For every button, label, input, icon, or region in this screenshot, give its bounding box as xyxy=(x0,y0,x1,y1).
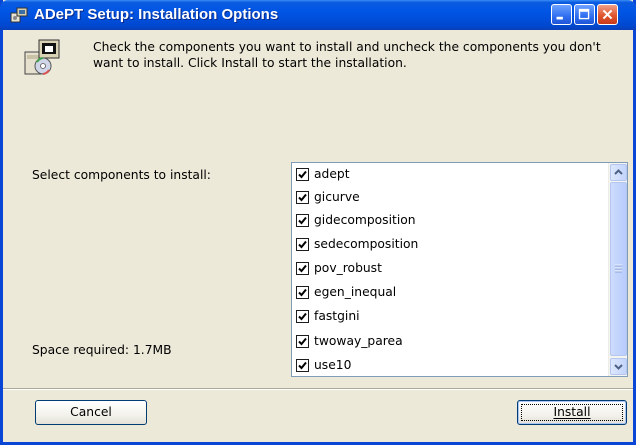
space-required-label: Space required: 1.7MB xyxy=(32,343,172,357)
checkbox[interactable] xyxy=(296,238,309,251)
checkmark-icon xyxy=(298,361,307,370)
checkbox[interactable] xyxy=(296,335,309,348)
grip-icon xyxy=(615,264,622,273)
components-list[interactable]: adept gicurve gidecomposition sedecompos… xyxy=(291,162,628,377)
list-item-pov-robust[interactable]: pov_robust xyxy=(296,260,596,280)
title-bar[interactable]: ADePT Setup: Installation Options xyxy=(0,0,636,30)
checkbox[interactable] xyxy=(296,191,309,204)
install-button-label: Install xyxy=(553,405,591,419)
scroll-down-button[interactable] xyxy=(610,358,627,375)
maximize-icon xyxy=(578,8,590,20)
item-label: adept xyxy=(314,167,350,181)
checkmark-icon xyxy=(298,312,307,321)
components-label: Select components to install: xyxy=(32,168,211,182)
item-label: gicurve xyxy=(314,190,360,204)
close-icon xyxy=(602,9,613,20)
checkmark-icon xyxy=(298,337,307,346)
item-label: gidecomposition xyxy=(314,213,416,227)
item-label: fastgini xyxy=(314,309,360,323)
checkbox[interactable] xyxy=(296,262,309,275)
checkmark-icon xyxy=(298,170,307,179)
item-label: egen_inequal xyxy=(314,285,397,299)
item-label: pov_robust xyxy=(314,261,382,275)
item-label: twoway_parea xyxy=(314,334,403,348)
list-item-fastgini[interactable]: fastgini xyxy=(296,308,596,328)
window-title: ADePT Setup: Installation Options xyxy=(34,6,279,23)
chevron-up-icon xyxy=(614,169,623,175)
install-button[interactable]: Install xyxy=(517,400,627,425)
list-item-twoway-parea[interactable]: twoway_parea xyxy=(296,333,596,353)
instructions-text: Check the components you want to install… xyxy=(93,40,601,70)
close-button[interactable] xyxy=(597,4,618,25)
item-label: sedecomposition xyxy=(314,237,419,251)
list-item-gicurve[interactable]: gicurve xyxy=(296,189,596,209)
checkmark-icon xyxy=(298,240,307,249)
vertical-scrollbar[interactable] xyxy=(608,163,627,376)
checkmark-icon xyxy=(298,216,307,225)
list-item-egen-inequal[interactable]: egen_inequal xyxy=(296,284,596,304)
maximize-button[interactable] xyxy=(574,4,595,25)
checkmark-icon xyxy=(298,193,307,202)
scroll-up-button[interactable] xyxy=(610,164,627,181)
list-item-use10[interactable]: use10 xyxy=(296,357,596,376)
installer-icon xyxy=(10,7,28,23)
separator xyxy=(3,388,633,390)
installer-window: ADePT Setup: Installation Options Check … xyxy=(0,0,636,445)
scroll-thumb[interactable] xyxy=(610,182,627,356)
list-item-sedecomposition[interactable]: sedecomposition xyxy=(296,236,596,256)
checkbox[interactable] xyxy=(296,359,309,372)
checkbox[interactable] xyxy=(296,168,309,181)
list-item-adept[interactable]: adept xyxy=(296,166,596,186)
cancel-button[interactable]: Cancel xyxy=(35,400,147,425)
checkbox[interactable] xyxy=(296,214,309,227)
minimize-button[interactable] xyxy=(551,4,572,25)
checkbox[interactable] xyxy=(296,310,309,323)
checkmark-icon xyxy=(298,264,307,273)
checkmark-icon xyxy=(298,288,307,297)
chevron-down-icon xyxy=(614,364,623,370)
item-label: use10 xyxy=(314,358,352,372)
software-package-icon xyxy=(24,39,60,75)
minimize-icon xyxy=(556,16,563,20)
list-item-gidecomposition[interactable]: gidecomposition xyxy=(296,212,596,232)
checkbox[interactable] xyxy=(296,286,309,299)
